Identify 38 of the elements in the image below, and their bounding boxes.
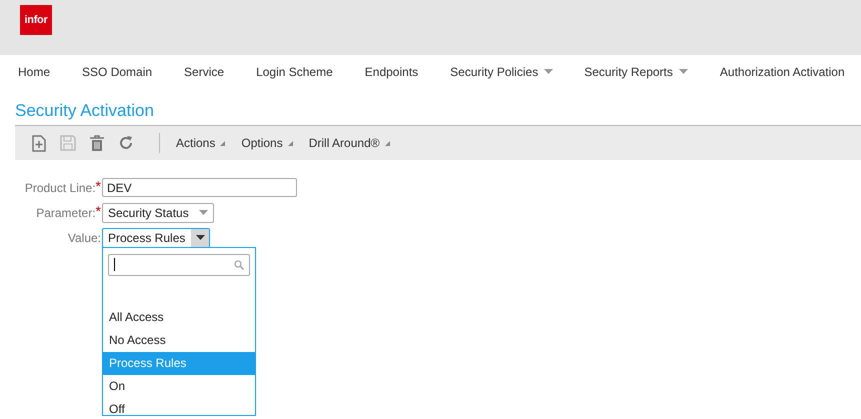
required-mark: * <box>96 180 101 190</box>
field-label: Product Line: <box>24 180 96 194</box>
caret-icon <box>220 140 226 146</box>
required-mark: * <box>96 206 101 216</box>
caret-icon <box>199 210 208 215</box>
nav-link[interactable]: SSO Domain <box>82 64 152 78</box>
caret-icon <box>196 235 205 240</box>
select-field[interactable]: Security Status <box>102 202 214 222</box>
page-title: Security Activation <box>15 101 155 122</box>
dropdown-option[interactable]: No Access <box>103 328 255 352</box>
field-label: Parameter: <box>36 206 96 220</box>
dropdown-option[interactable]: On <box>103 374 255 398</box>
nav-link[interactable]: Authorization Activation <box>720 64 845 78</box>
logo: infor <box>20 5 52 35</box>
dropdown-option[interactable]: Off <box>103 398 255 419</box>
search-icon <box>234 260 244 270</box>
menu-button[interactable]: Drill Around® <box>308 136 390 150</box>
delete-button[interactable] <box>87 134 106 152</box>
refresh-icon <box>118 135 134 151</box>
save-icon <box>60 135 76 151</box>
menu-button[interactable]: Actions <box>176 136 226 150</box>
search-field[interactable] <box>108 254 250 276</box>
caret-icon <box>288 140 293 146</box>
nav-link[interactable]: Home <box>18 64 50 78</box>
new-document-icon <box>32 134 46 152</box>
caret-icon <box>384 140 390 146</box>
nav-link[interactable]: Security Reports <box>584 64 688 78</box>
trash-icon <box>90 135 104 151</box>
field-label: Value: <box>68 230 101 244</box>
nav-link[interactable]: Login Scheme <box>256 64 333 78</box>
nav-link[interactable]: Endpoints <box>364 64 418 78</box>
nav-link[interactable]: Service <box>184 64 224 78</box>
dropdown-option[interactable]: All Access <box>103 306 255 328</box>
input-field[interactable]: DEV <box>102 178 297 197</box>
text-cursor <box>114 258 115 271</box>
menu-button[interactable]: Options <box>241 136 293 150</box>
select-field[interactable]: Process Rules <box>102 228 210 248</box>
nav-link[interactable]: Security Policies <box>450 64 554 78</box>
